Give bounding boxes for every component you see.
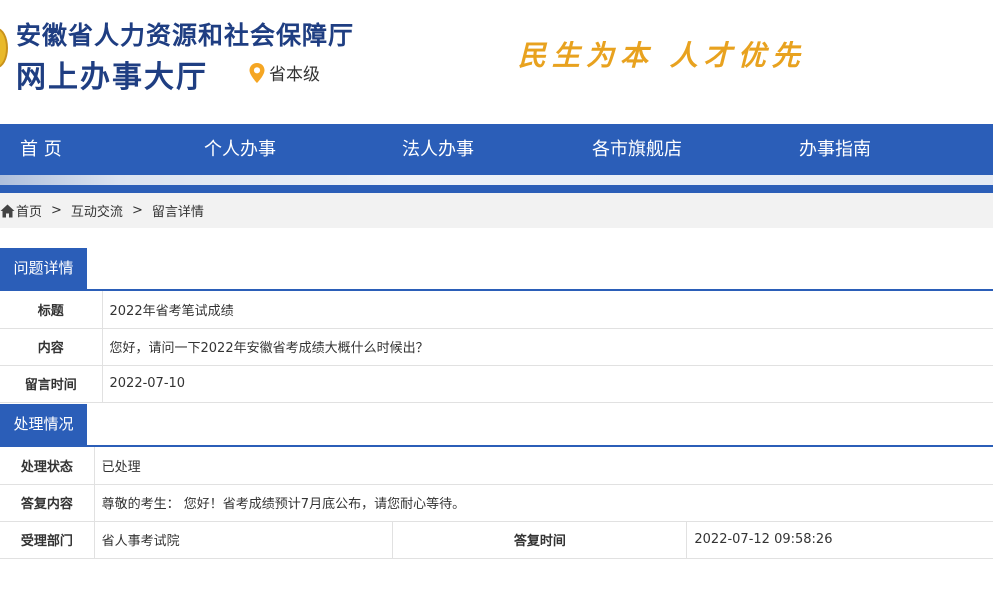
breadcrumb-home[interactable]: 首页 bbox=[16, 201, 42, 220]
nav-item-home[interactable]: 首 页 bbox=[20, 124, 62, 175]
table-row: 处理状态 已处理 bbox=[0, 447, 993, 485]
table-row: 留言时间 2022-07-10 bbox=[0, 365, 993, 403]
row-label: 内容 bbox=[0, 328, 103, 366]
question-section-header: 问题详情 bbox=[0, 248, 993, 291]
question-title-value: 2022年省考笔试成绩 bbox=[102, 291, 993, 329]
table-row: 标题 2022年省考笔试成绩 bbox=[0, 291, 993, 329]
row-label: 答复内容 bbox=[0, 484, 95, 522]
site-title-line2: 网上办事大厅 bbox=[16, 60, 208, 95]
main-nav: 首 页 个人办事 法人办事 各市旗舰店 办事指南 bbox=[0, 124, 993, 175]
question-content-value: 您好，请问一下2022年安徽省考成绩大概什么时候出？ bbox=[102, 328, 993, 366]
row-label: 处理状态 bbox=[0, 447, 95, 485]
emblem-logo bbox=[0, 28, 8, 68]
nav-decoration bbox=[0, 175, 993, 185]
handling-table: 处理状态 已处理 答复内容 尊敬的考生： 您好！省考成绩预计7月底公布，请您耐心… bbox=[0, 447, 993, 559]
reply-time-value: 2022-07-12 09:58:26 bbox=[686, 521, 993, 559]
reply-content-value: 尊敬的考生： 您好！省考成绩预计7月底公布，请您耐心等待。 bbox=[94, 484, 993, 522]
nav-underline bbox=[0, 185, 993, 193]
breadcrumb-current: 留言详情 bbox=[151, 205, 204, 220]
nav-item-guide[interactable]: 办事指南 bbox=[799, 124, 871, 175]
nav-item-corporate[interactable]: 法人办事 bbox=[402, 124, 474, 175]
question-table: 标题 2022年省考笔试成绩 内容 您好，请问一下2022年安徽省考成绩大概什么… bbox=[0, 291, 993, 403]
breadcrumb-separator: > bbox=[51, 203, 62, 218]
row-label: 标题 bbox=[0, 291, 103, 329]
handling-section-title: 处理情况 bbox=[0, 404, 87, 445]
breadcrumb-separator: > bbox=[131, 203, 143, 218]
question-section-title: 问题详情 bbox=[0, 248, 87, 289]
slogan: 民生为本 人才优先 bbox=[518, 39, 806, 72]
table-row: 内容 您好，请问一下2022年安徽省考成绩大概什么时候出？ bbox=[0, 328, 993, 366]
status-value: 已处理 bbox=[94, 447, 993, 485]
location-pin-icon bbox=[248, 62, 266, 84]
row-label: 答复时间 bbox=[392, 521, 688, 559]
department-value: 省人事考试院 bbox=[94, 521, 393, 559]
level-label: 省本级 bbox=[269, 65, 320, 85]
row-label: 留言时间 bbox=[0, 365, 103, 403]
site-title-line1: 安徽省人力资源和社会保障厅 bbox=[16, 21, 355, 50]
breadcrumb-interaction[interactable]: 互动交流 bbox=[71, 201, 123, 220]
question-date-value: 2022-07-10 bbox=[102, 365, 993, 403]
site-header: 安徽省人力资源和社会保障厅 网上办事大厅 省本级 民生为本 人才优先 bbox=[0, 0, 993, 124]
handling-section-header: 处理情况 bbox=[0, 404, 993, 447]
table-row: 答复内容 尊敬的考生： 您好！省考成绩预计7月底公布，请您耐心等待。 bbox=[0, 484, 993, 522]
nav-item-city-stores[interactable]: 各市旗舰店 bbox=[592, 124, 682, 175]
level-selector[interactable]: 省本级 bbox=[248, 60, 320, 85]
row-label: 受理部门 bbox=[0, 521, 95, 559]
nav-item-personal[interactable]: 个人办事 bbox=[204, 124, 276, 175]
home-icon bbox=[0, 204, 15, 218]
table-row: 受理部门 省人事考试院 答复时间 2022-07-12 09:58:26 bbox=[0, 521, 993, 559]
breadcrumb: 首页 > 互动交流 > 留言详情 bbox=[0, 193, 993, 228]
